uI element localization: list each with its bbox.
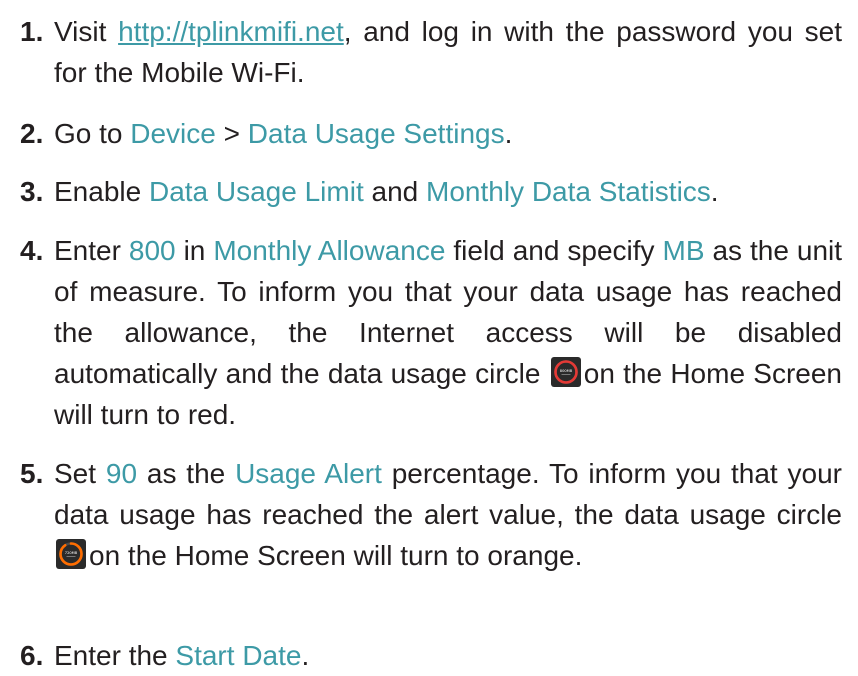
data-usage-circle-red-icon: 800MB [550, 357, 581, 387]
field-start-date: Start Date [175, 640, 302, 671]
instructions-page: 1. Visit http://tplinkmifi.net, and log … [0, 0, 858, 671]
step-number: 1. [20, 16, 44, 47]
step-number: 5. [20, 458, 44, 489]
step-text: Set 90 as the Usage Alert percentage. To… [54, 453, 842, 576]
step-text: Enter the Start Date. [54, 635, 842, 676]
step-5: 5. Set 90 as the Usage Alert percentage.… [0, 453, 842, 576]
option-data-usage-limit: Data Usage Limit [148, 176, 364, 207]
step-text-part: and [363, 176, 427, 207]
step-text: Enter 800 in Monthly Allowance field and… [54, 230, 842, 435]
menu-data-usage-settings: Data Usage Settings [247, 118, 505, 149]
step-text-part: Go to [54, 118, 131, 149]
step-number: 4. [20, 235, 44, 266]
step-text: Go to Device > Data Usage Settings. [54, 113, 842, 154]
step-4: 4. Enter 800 in Monthly Allowance field … [0, 230, 842, 435]
field-monthly-allowance: Monthly Allowance [213, 235, 446, 266]
step-text: Visit http://tplinkmifi.net, and log in … [54, 11, 842, 93]
step-text-part: Set [54, 458, 106, 489]
step-text-part: > [215, 118, 248, 149]
step-text-part: as the [137, 458, 236, 489]
step-text-part: Enable [54, 176, 149, 207]
step-number: 3. [20, 176, 44, 207]
step-number: 6. [20, 640, 44, 671]
step-text-part: . [504, 118, 513, 149]
step-text-part: . [710, 176, 719, 207]
tplinkmifi-link[interactable]: http://tplinkmifi.net [118, 16, 344, 47]
field-usage-alert: Usage Alert [235, 458, 382, 489]
data-usage-circle-orange-icon: 720MB [56, 539, 86, 569]
step-text-part: in [175, 235, 214, 266]
usage-circle-label: 720MB [65, 551, 78, 555]
usage-circle-label: 800MB [560, 369, 573, 373]
unit-mb: MB [662, 235, 705, 266]
step-text-part: . [301, 640, 310, 671]
step-2: 2. Go to Device > Data Usage Settings. [0, 113, 842, 154]
step-1: 1. Visit http://tplinkmifi.net, and log … [0, 11, 842, 93]
step-6: 6. Enter the Start Date. [0, 635, 842, 676]
menu-device: Device [130, 118, 216, 149]
value-90: 90 [105, 458, 138, 489]
step-text-part: field and specify [445, 235, 663, 266]
value-800: 800 [128, 235, 176, 266]
step-text-part: on the Home Screen will turn to orange. [89, 540, 583, 571]
step-text-part: Visit [54, 16, 119, 47]
step-number: 2. [20, 118, 44, 149]
step-text-part: Enter [54, 235, 129, 266]
step-3: 3. Enable Data Usage Limit and Monthly D… [0, 171, 842, 212]
option-monthly-data-statistics: Monthly Data Statistics [426, 176, 711, 207]
step-text: Enable Data Usage Limit and Monthly Data… [54, 171, 842, 212]
step-text-part: Enter the [54, 640, 176, 671]
